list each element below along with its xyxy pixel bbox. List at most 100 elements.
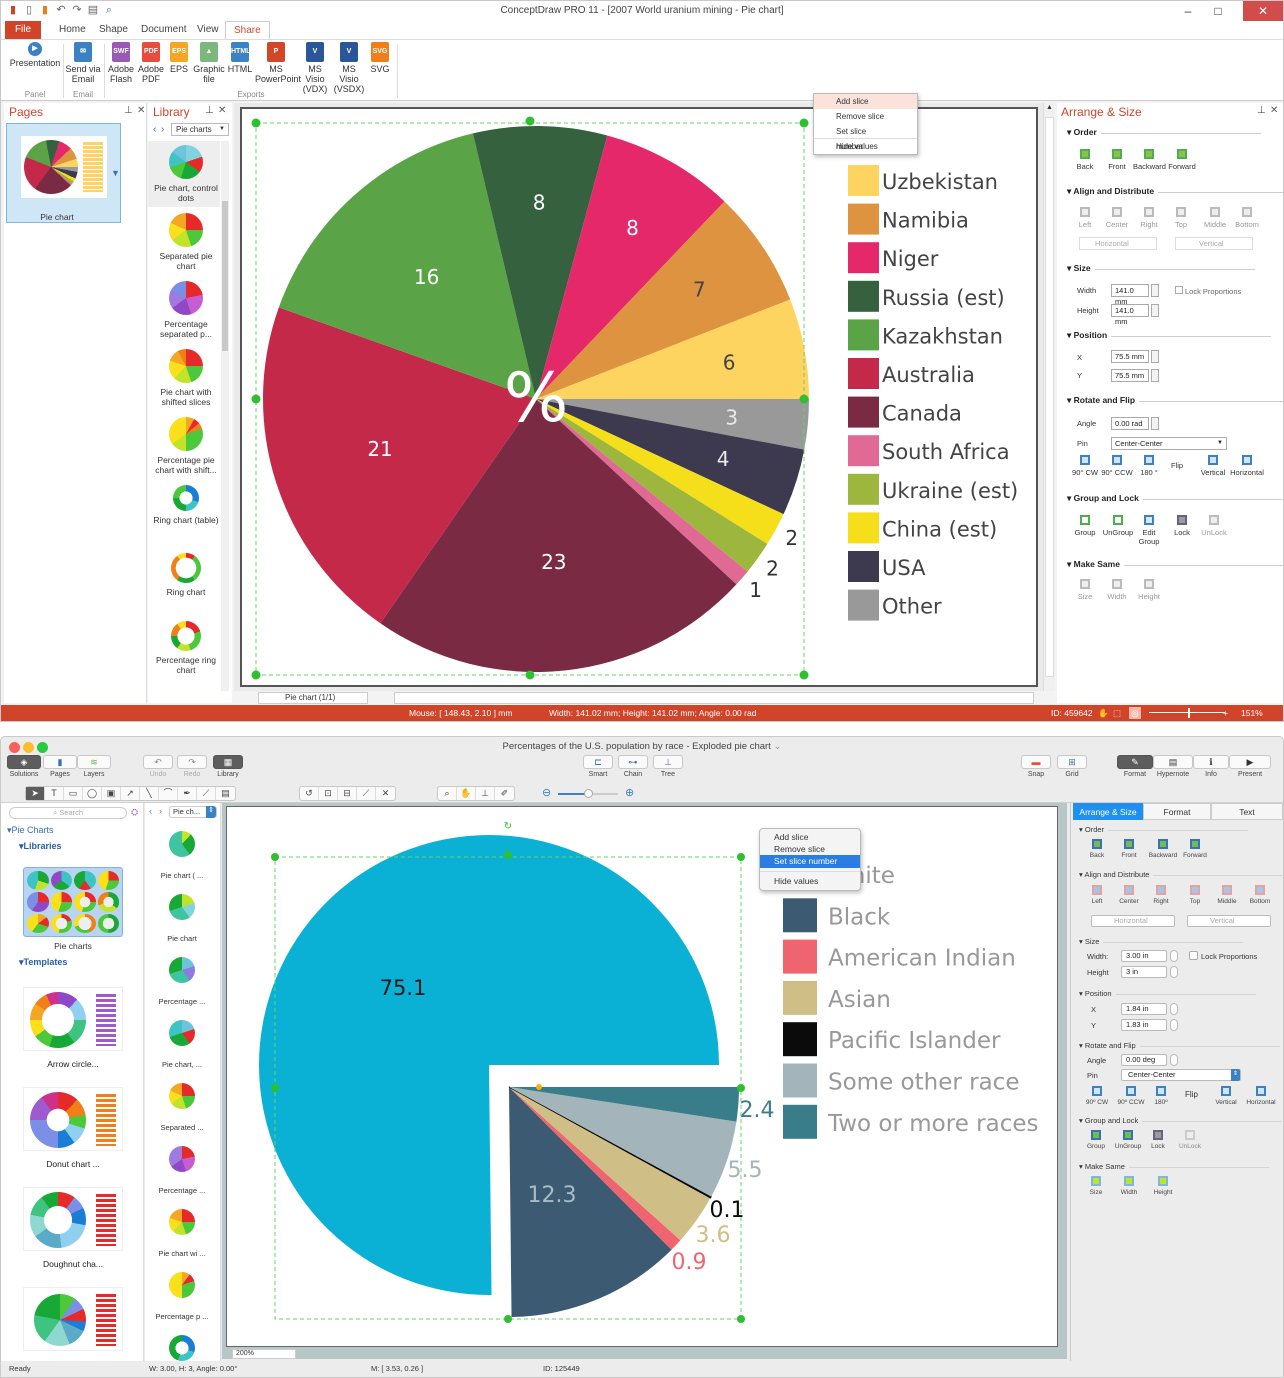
library-forward-icon[interactable]: › [161,124,164,135]
section-align[interactable]: ▾ Align and Distribute [1067,186,1284,197]
flip-vertical-button[interactable]: Vertical [1199,455,1227,477]
group-button[interactable]: Group [1083,1130,1109,1150]
legend-swatch-other[interactable] [848,589,879,621]
close-panel-icon[interactable]: ✕ [218,105,226,116]
zoom-in-icon[interactable]: + [1223,705,1228,721]
close-button[interactable]: ✕ [1243,1,1283,21]
library-item[interactable]: Percentage p ... [148,1272,216,1321]
solutions-button[interactable]: ◈ Solutions [7,755,41,778]
align-right-button[interactable]: Right [1137,207,1161,229]
eyedropper-tool-icon[interactable]: ✐ [495,787,514,800]
zoom-select[interactable]: 200% [232,1349,296,1359]
rotate-180-button[interactable]: 180 ° [1137,455,1161,477]
same-width-button[interactable]: Width [1103,579,1131,601]
align-middle-button[interactable]: Middle [1201,207,1229,229]
height-stepper[interactable] [1151,304,1159,317]
library-item[interactable]: Pie chart, ... [148,1020,216,1069]
lock-button[interactable]: Lock [1147,1130,1169,1150]
arc-tool-icon[interactable]: ⌒ [159,787,178,800]
race-exploded-pie-chart[interactable]: 75.112.30.93.60.15.52.4↻WhiteBlackAmeric… [227,807,1057,1346]
x-stepper[interactable] [1170,1003,1178,1015]
selection-handle[interactable] [525,116,535,126]
minimize-button[interactable]: – [1173,1,1203,21]
tree-button[interactable]: ⊥ Tree [653,755,683,778]
scrollbar-thumb[interactable] [222,201,228,351]
library-item-pie-charts[interactable]: Pie charts [23,941,123,951]
library-item[interactable]: Separated ... [148,1083,216,1132]
selection-handle[interactable] [799,118,809,128]
library-item[interactable]: Percentage ... [148,1146,216,1195]
back-button[interactable]: Back [1071,149,1099,171]
same-width-button[interactable]: Width [1115,1176,1143,1196]
library-scrollbar[interactable] [221,141,229,691]
x-input[interactable]: 75.5 mm [1111,350,1149,363]
unlock-button[interactable]: UnLock [1199,515,1229,537]
rectangle-tool-icon[interactable]: ▭ [64,787,83,800]
library-back-icon[interactable]: ‹ [153,124,156,135]
distribute-vertical-select[interactable]: Vertical [1175,237,1253,250]
search-input[interactable]: ⌕ Search [9,807,127,819]
x-input[interactable]: 1.84 in [1121,1003,1167,1015]
section-group-lock[interactable]: ▾ Group and Lock [1067,493,1284,504]
selection-handle[interactable] [799,670,809,680]
selection-handle[interactable] [251,394,261,404]
menu-item-hide-values[interactable]: Hide values [760,875,860,888]
library-item[interactable]: Percentage ring chart [150,621,222,675]
section-make-same[interactable]: ▾ Make Same [1067,559,1284,570]
stamp-tool-icon[interactable]: ⊥ [476,787,495,800]
legend-swatch-black[interactable] [783,898,817,933]
menu-item-add-slice[interactable]: Add slice [814,94,917,109]
back-button[interactable]: Back [1085,839,1109,859]
library-item[interactable]: Pie chart wi ... [148,1209,216,1258]
forward-button[interactable]: Forward [1179,839,1211,859]
same-height-button[interactable]: Height [1135,579,1163,601]
container-tool-icon[interactable]: ▣ [102,787,121,800]
close-panel-icon[interactable]: ✕ [1270,105,1278,116]
selection-handle[interactable] [799,394,809,404]
section-position[interactable]: ▾ Position [1079,989,1254,998]
legend-swatch-south-africa[interactable] [848,435,879,467]
page-tab[interactable]: Pie chart (1/1) [258,692,368,704]
menu-item-add-slice[interactable]: Add slice [760,831,860,843]
pin-icon[interactable]: ⊥ [124,105,133,116]
presentation-button[interactable]: ▶ Presentation [9,42,61,68]
section-size[interactable]: ▾ Size [1079,937,1248,946]
lock-proportions-checkbox[interactable] [1189,951,1198,960]
edit-group-button[interactable]: Edit Group [1137,515,1161,546]
library-forward-icon[interactable]: › [159,806,162,816]
page-menu-arrow-icon[interactable]: ▼ [111,168,120,178]
connector2-tool-icon[interactable]: ⊟ [338,787,357,800]
tab-document[interactable]: Document [133,21,195,39]
library-item[interactable]: Separated pie chart [150,213,222,271]
zoom-tool-icon[interactable]: ⌕ [438,787,457,800]
menu-item-remove-slice[interactable]: Remove slice [814,109,917,124]
distribute-horizontal-select[interactable]: Horizontal [1091,915,1175,927]
tab-home[interactable]: Home [51,21,94,39]
horizontal-scrollbar[interactable] [394,692,1034,704]
align-left-button[interactable]: Left [1073,207,1097,229]
library-selector[interactable]: Pie charts ▼ [171,123,229,136]
forward-button[interactable]: Forward [1165,149,1199,171]
insert-tool-icon[interactable]: ▤ [216,787,235,800]
align-top-button[interactable]: Top [1169,207,1193,229]
graphic-file-button[interactable]: ▲ Graphic file [193,42,225,84]
selection-handle[interactable] [271,1084,279,1092]
uranium-pie-chart[interactable]: 342212321168876%UzbekistanNamibiaNigerRu… [242,109,1036,685]
height-input[interactable]: 141.0 mm [1111,304,1149,326]
legend-swatch-pacific-islander[interactable] [783,1022,817,1057]
section-rotate[interactable]: ▾ Rotate and Flip [1079,1041,1279,1050]
y-input[interactable]: 75.5 mm [1111,369,1149,382]
snap-button[interactable]: ▬ Snap [1021,755,1051,778]
info-button[interactable]: ℹ Info [1193,755,1229,778]
section-position[interactable]: ▾ Position [1067,330,1273,341]
redo-button[interactable]: ↷ Redo [177,755,207,778]
eps-button[interactable]: EPS EPS [167,42,191,74]
zoom-slider-handle[interactable] [1188,708,1190,718]
svg-button[interactable]: SVG SVG [369,42,391,74]
height-stepper[interactable] [1170,966,1178,978]
legend-swatch-china-est[interactable] [848,512,879,544]
library-button[interactable]: ▦ Library [213,755,243,778]
drawing-page[interactable]: 3 4 2 2 1 23 21 16 8 8 7 6% Uzbekistan Namibia Niger Ru… [240,107,1038,687]
scrollbar-thumb[interactable] [1045,117,1054,677]
maximize-button[interactable]: □ [1203,1,1233,21]
